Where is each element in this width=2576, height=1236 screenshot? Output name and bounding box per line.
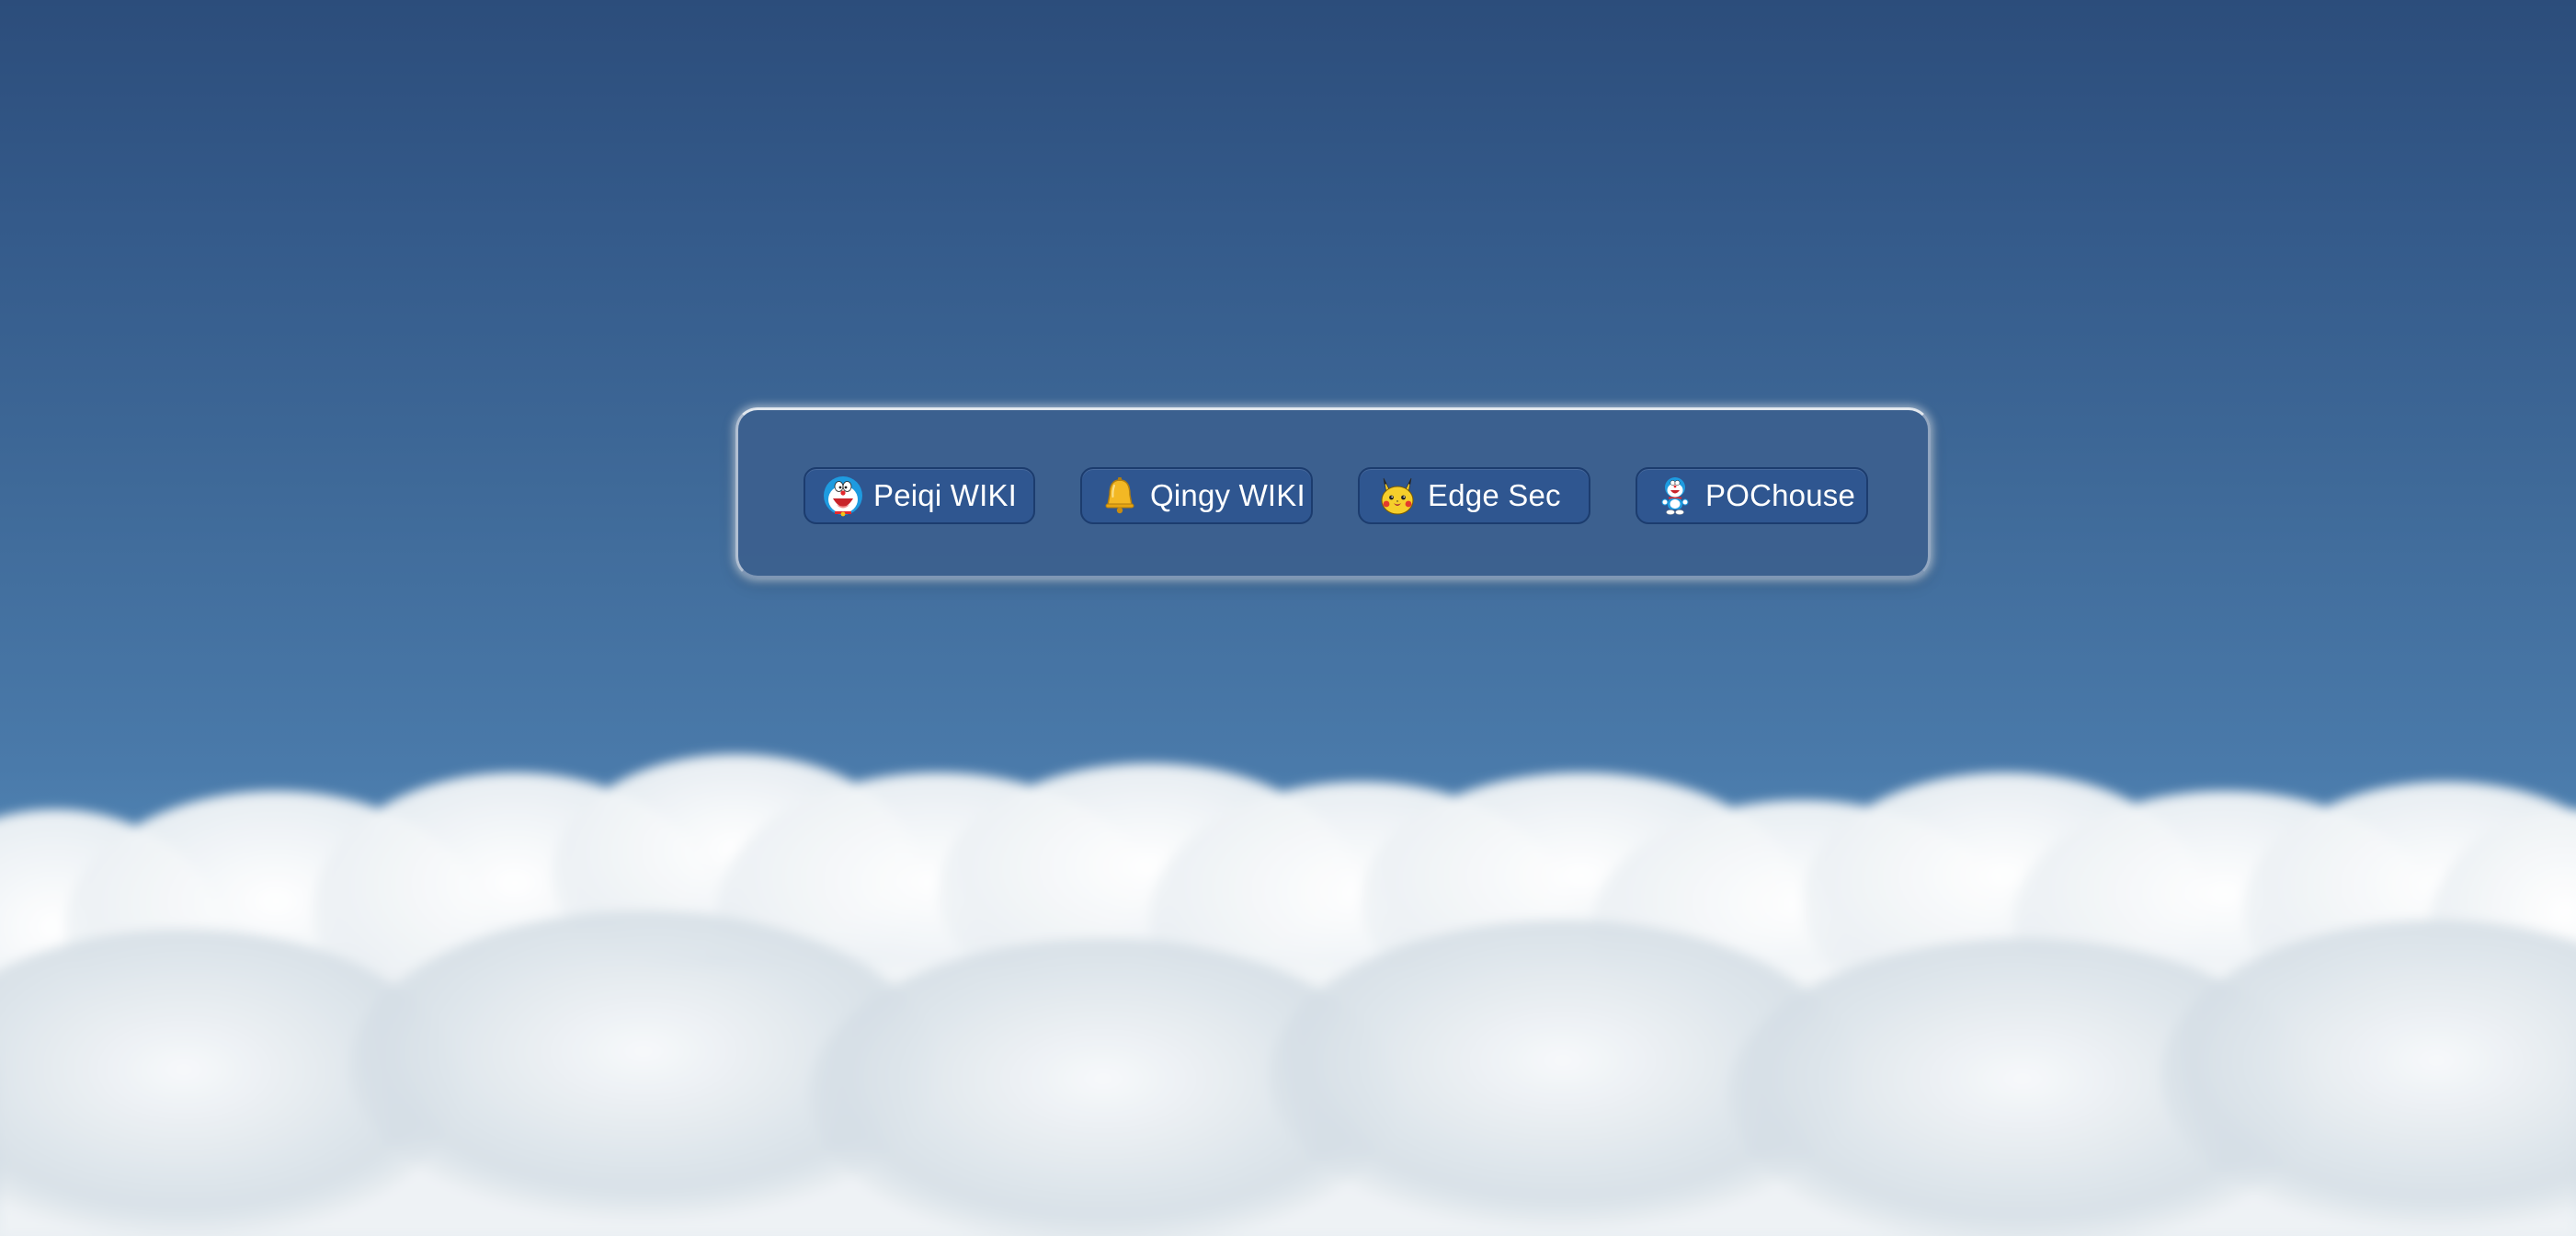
doraemon-face-icon <box>822 475 864 517</box>
pochouse-label: POChouse <box>1705 478 1856 512</box>
peiqi-wiki-label: Peiqi WIKI <box>873 478 1018 512</box>
edge-sec-label: Edge Sec <box>1428 478 1561 512</box>
pochouse-button[interactable]: POChouse <box>1636 467 1868 524</box>
bell-icon <box>1099 475 1141 517</box>
peiqi-wiki-button[interactable]: Peiqi WIKI <box>804 467 1035 524</box>
edge-sec-button[interactable]: Edge Sec <box>1358 467 1590 524</box>
doraemon-figure-icon <box>1654 475 1696 517</box>
qingy-wiki-button[interactable]: Qingy WIKI <box>1080 467 1313 524</box>
pikachu-icon <box>1376 475 1419 517</box>
links-panel: Peiqi WIKI Qingy WIKI Edge Sec POChouse <box>735 407 1931 578</box>
qingy-wiki-label: Qingy WIKI <box>1150 478 1305 512</box>
sky-background <box>0 0 2576 1236</box>
